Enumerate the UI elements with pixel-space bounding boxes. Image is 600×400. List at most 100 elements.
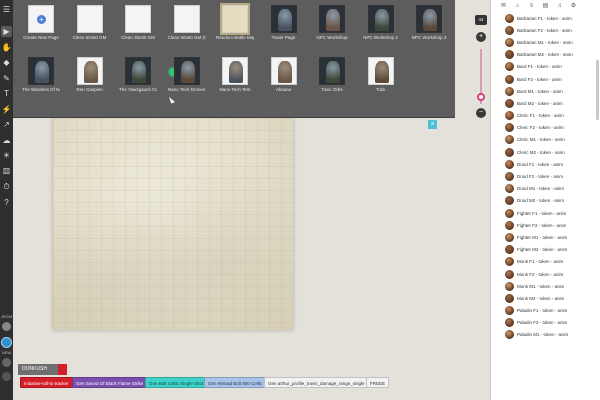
page-thumbnail-label: Nano Tech Tent — [219, 87, 251, 92]
draw-tool-icon[interactable]: ✎ — [1, 73, 12, 84]
player-avatar-3[interactable] — [2, 372, 11, 381]
sidebar-scrollbar[interactable] — [596, 60, 599, 120]
layer-tool-icon[interactable]: ◆ — [1, 57, 12, 68]
page-thumbnail[interactable]: Clean 30x30 GM — [119, 5, 157, 40]
journal-character-item[interactable]: Cleric M2 - token - anim — [505, 146, 593, 158]
select-tool-icon[interactable]: ▶ — [1, 26, 12, 37]
macro-button[interactable]: Gen arthur_profile_travis_damage_range_s… — [264, 377, 369, 388]
macro-button[interactable]: Gen Reload Bolt 900 Celtic — [204, 377, 267, 388]
page-thumbnail[interactable]: Tower Page — [265, 5, 303, 40]
page-thumbnail[interactable]: Nano Tech Tent — [216, 57, 254, 92]
gm-avatar[interactable] — [2, 338, 11, 347]
journal-icon[interactable]: ≡ — [527, 2, 536, 11]
journal-character-item[interactable]: Druid M1 - token - anim — [505, 183, 593, 195]
character-avatar — [505, 330, 514, 340]
page-thumbnail[interactable]: Clean 50x50 GM (Co — [168, 5, 206, 40]
journal-character-item[interactable]: Cleric M1 - token - anim — [505, 134, 593, 146]
journal-character-item[interactable]: Fighter F2 - token - anim — [505, 219, 593, 231]
page-thumbnail[interactable]: The Yawzgauch Clan — [119, 57, 157, 92]
page-thumbnail-image — [173, 57, 200, 85]
zoom-in-button[interactable]: + — [476, 32, 486, 42]
character-avatar — [505, 25, 514, 35]
journal-character-item[interactable]: Druid F2 - token - anim — [505, 170, 593, 182]
page-thumbnail[interactable]: Nano Tech Drones — [168, 57, 206, 92]
menu-icon[interactable]: ☰ — [1, 4, 12, 15]
character-name: Cleric M2 - token - anim — [517, 149, 565, 155]
journal-character-item[interactable]: Druid M2 - token - anim — [505, 195, 593, 207]
page-thumbnail[interactable]: + Create New Page — [22, 5, 60, 40]
zoom-out-button[interactable]: − — [476, 108, 486, 118]
journal-character-item[interactable]: Fighter F1 - token - anim — [505, 207, 593, 219]
character-avatar — [505, 232, 514, 242]
page-thumbnail[interactable]: Clean 50x50 GM — [71, 5, 109, 40]
ruler-tool-icon[interactable]: ↗ — [1, 119, 12, 130]
page-thumbnail[interactable]: Random Battle Map — [216, 3, 254, 40]
macro-button[interactable]: Initiative-roll-to-tracker — [20, 377, 73, 388]
page-thumbnail[interactable]: Toxic Orbs — [313, 57, 351, 92]
character-name: Druid F1 - token - anim — [517, 161, 564, 167]
fog-tool-icon[interactable]: ☁ — [1, 135, 12, 146]
pan-tool-icon[interactable]: ✋ — [1, 42, 12, 53]
close-icon[interactable]: × — [428, 120, 437, 129]
character-name: Barbarian M1 - token - anim — [517, 39, 573, 45]
player-avatar[interactable] — [2, 322, 11, 331]
macro-bar-tab[interactable] — [58, 364, 67, 375]
character-avatar — [505, 208, 514, 218]
journal-character-item[interactable]: Barbarian F2 - token - anim — [505, 24, 593, 36]
compendium-icon[interactable]: ▤ — [541, 2, 550, 11]
page-thumbnail[interactable]: NPC Workshop — [313, 5, 351, 40]
page-thumbnail[interactable]: NPC Workshop 3 — [410, 5, 448, 40]
journal-character-item[interactable]: Bard F2 - token - anim — [505, 73, 593, 85]
settings-icon[interactable]: ⚙ — [569, 2, 578, 11]
page-thumbnail-label: Random Battle Map — [216, 35, 254, 40]
page-thumbnail-image — [416, 5, 442, 33]
journal-character-item[interactable]: Cleric F1 - token - anim — [505, 110, 593, 122]
dice-tool-icon[interactable]: ⚄ — [1, 166, 12, 177]
macro-button[interactable]: Gen Bolt Celtic Single Shot — [145, 377, 208, 388]
page-thumbnail-label: Clean 50x50 GM — [72, 35, 107, 40]
journal-character-item[interactable]: Barbarian M1 - token - anim — [505, 36, 593, 48]
journal-character-item[interactable]: Barbarian F1 - token - anim — [505, 12, 593, 24]
text-tool-icon[interactable]: T — [1, 88, 12, 99]
jukebox-icon[interactable]: ♫ — [555, 2, 564, 11]
battle-map-page[interactable] — [53, 118, 293, 330]
page-thumbnail[interactable]: Aksana — [265, 57, 303, 92]
macro-button[interactable]: Gen Sword Of Black Flame Strike — [72, 377, 148, 388]
fx-tool-icon[interactable]: ⚡ — [1, 104, 12, 115]
page-thumbnail[interactable]: The Wardens Of Nor — [22, 57, 60, 92]
journal-character-item[interactable]: Bard M1 - token - anim — [505, 85, 593, 97]
page-thumbnail[interactable]: Ren Gaspien — [71, 57, 109, 92]
journal-character-item[interactable]: Monk M2 - token - anim — [505, 292, 593, 304]
macro-button[interactable]: FREEE — [366, 377, 390, 388]
character-art-icon — [180, 61, 195, 83]
character-avatar — [505, 98, 514, 108]
journal-character-item[interactable]: Paladin F2 - token - anim — [505, 317, 593, 329]
journal-character-item[interactable]: Monk M1 - token - anim — [505, 280, 593, 292]
journal-character-item[interactable]: Bard F1 - token - anim — [505, 61, 593, 73]
character-name: Cleric F1 - token - anim — [517, 113, 564, 119]
character-avatar — [505, 293, 514, 303]
journal-character-item[interactable]: Fighter M1 - token - anim — [505, 231, 593, 243]
journal-character-item[interactable]: Fighter M2 - token - anim — [505, 244, 593, 256]
turn-tracker-icon[interactable]: ⏱ — [1, 181, 12, 192]
journal-character-item[interactable]: Paladin F1 - token - anim — [505, 305, 593, 317]
page-thumbnail-label: Aksana — [275, 87, 291, 92]
journal-character-item[interactable]: Bard M2 - token - anim — [505, 97, 593, 109]
journal-character-item[interactable]: Cleric F2 - token - anim — [505, 122, 593, 134]
art-icon[interactable]: ⌂ — [513, 2, 522, 11]
page-thumbnail[interactable]: NPC Workshop 2 — [362, 5, 400, 40]
lighting-tool-icon[interactable]: ☀ — [1, 150, 12, 161]
zoom-handle[interactable] — [477, 93, 485, 101]
help-icon[interactable]: ? — [1, 197, 12, 208]
zoom-control: 44 + − — [475, 15, 487, 120]
journal-character-item[interactable]: Monk F2 - token - anim — [505, 268, 593, 280]
character-name: Bard M2 - token - anim — [517, 100, 563, 106]
journal-character-item[interactable]: Druid F1 - token - anim — [505, 158, 593, 170]
page-thumbnail[interactable]: Trab — [362, 57, 400, 92]
chat-icon[interactable]: ✉ — [499, 2, 508, 11]
journal-character-item[interactable]: Monk F1 - token - anim — [505, 256, 593, 268]
journal-character-item[interactable]: Paladin M1 - token - anim — [505, 329, 593, 341]
journal-character-item[interactable]: Barbarian M2 - token - anim — [505, 49, 593, 61]
character-avatar — [505, 111, 514, 121]
player-avatar-2[interactable] — [2, 358, 11, 367]
